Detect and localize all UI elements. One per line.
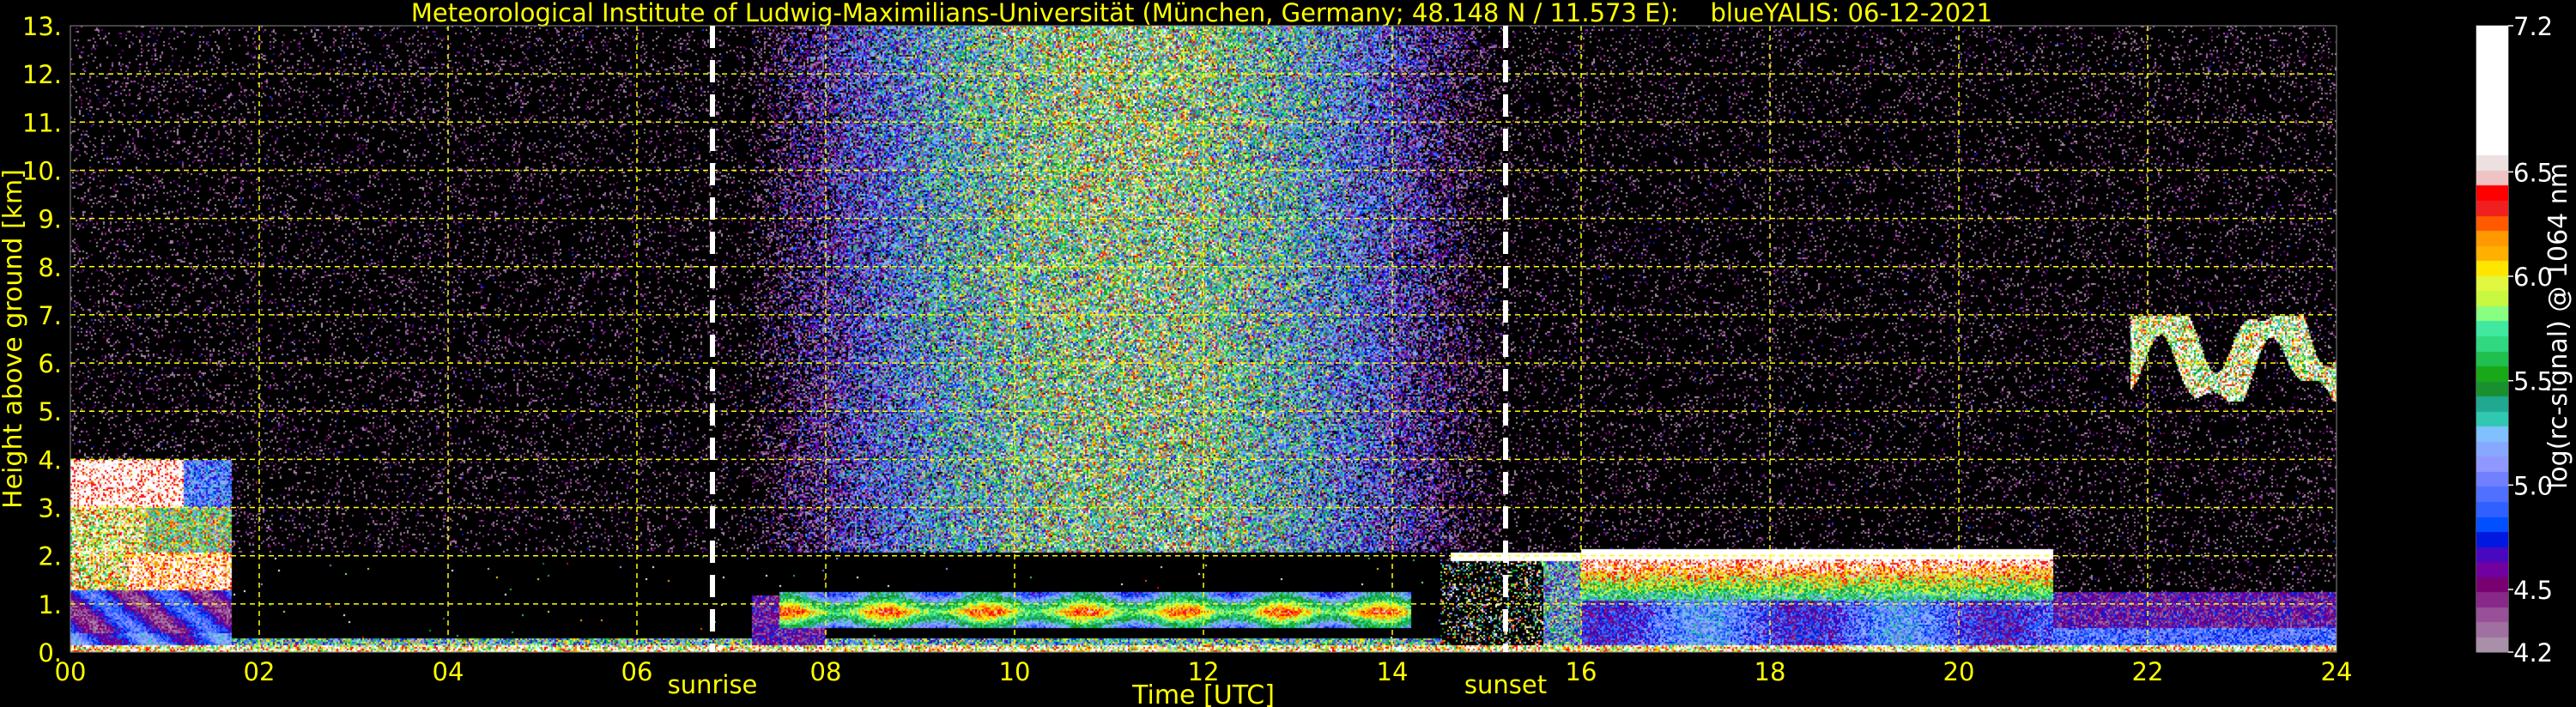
sunrise-label: sunrise xyxy=(668,670,758,699)
y-tick-label: 1. xyxy=(38,590,62,619)
x-tick-label: 20 xyxy=(1943,657,1975,686)
y-tick-label: 7. xyxy=(38,301,62,330)
colorbar-tick-label: 4.5 xyxy=(2513,576,2553,605)
colorbar-label: log(rc-signal) @ 1064 nm xyxy=(2543,163,2573,489)
y-tick-label: 13. xyxy=(22,12,62,41)
colorbar-tick-label: 4.2 xyxy=(2513,638,2553,668)
y-tick-label: 9. xyxy=(38,205,62,234)
y-tick-label: 5. xyxy=(38,397,62,426)
x-axis-label: Time [UTC] xyxy=(1131,680,1275,707)
y-tick-label: 11. xyxy=(22,108,62,137)
x-tick-label: 18 xyxy=(1755,657,1786,686)
x-tick-label: 08 xyxy=(810,657,842,686)
x-tick-label: 22 xyxy=(2132,657,2164,686)
x-tick-label: 14 xyxy=(1377,657,1409,686)
x-tick-label: 16 xyxy=(1566,657,1597,686)
y-tick-label: 2. xyxy=(38,542,62,571)
sunset-label: sunset xyxy=(1464,670,1547,699)
x-tick-label: 06 xyxy=(621,657,653,686)
y-axis-label: Height above ground [km] xyxy=(0,169,28,509)
colorbar xyxy=(2476,26,2508,652)
y-tick-label: 4. xyxy=(38,445,62,474)
axes-overlay: 00 02 04 06 08 10 12 14 16 18 20 22 240.1.2.3.4.5.6.… xyxy=(0,12,2573,707)
x-tick-label: 24 xyxy=(2321,657,2353,686)
colorbar-tick-label: 7.2 xyxy=(2513,12,2553,41)
y-tick-label: 3. xyxy=(38,494,62,523)
x-tick-label: 04 xyxy=(433,657,464,686)
x-tick-label: 02 xyxy=(244,657,276,686)
y-tick-label: 0. xyxy=(38,638,62,668)
x-tick-label: 10 xyxy=(999,657,1031,686)
y-tick-label: 12. xyxy=(22,60,62,89)
y-tick-label: 6. xyxy=(38,349,62,378)
y-tick-label: 8. xyxy=(38,253,62,282)
